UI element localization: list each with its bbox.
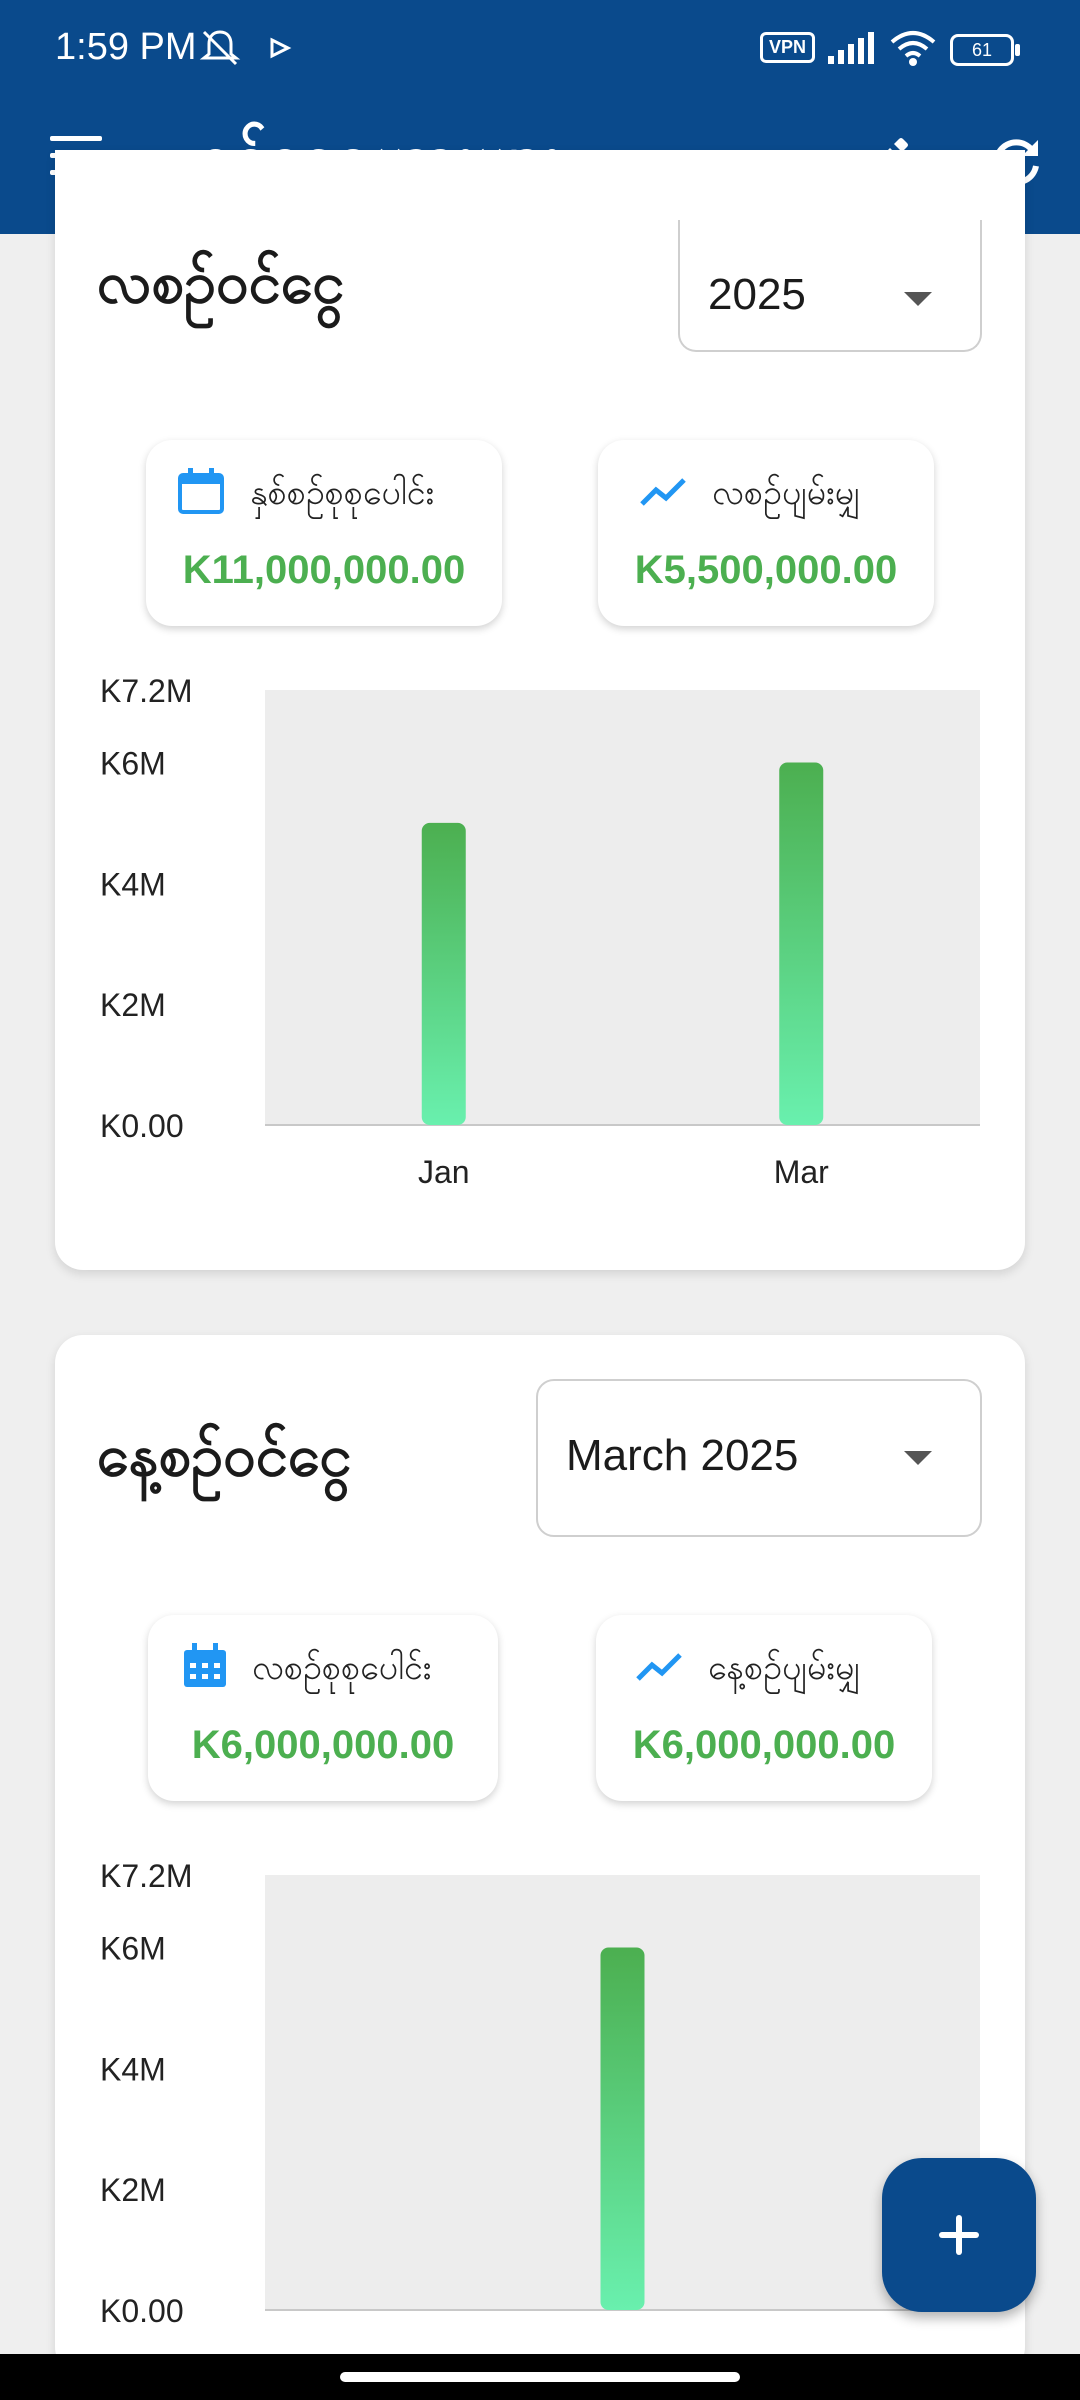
y-tick-label: K2M (100, 2172, 166, 2208)
y-tick-label: K6M (100, 1931, 166, 1967)
trending-up-icon (640, 478, 686, 506)
monthly-title: လစဉ်ဝင်ငွေ (97, 248, 345, 316)
y-tick-label: K0.00 (100, 1108, 184, 1144)
daily-title: နေ့စဉ်ဝင်ငွေ (97, 1421, 352, 1489)
y-tick-label: K7.2M (100, 1858, 192, 1894)
year-dropdown[interactable]: 2025 (678, 220, 982, 352)
daily-average-card: နေ့စဉ်ပျမ်းမျှ K6,000,000.00 (596, 1615, 932, 1801)
add-income-button[interactable] (882, 2158, 1036, 2312)
wifi-icon (888, 28, 938, 77)
x-tick-label: Jan (418, 1154, 470, 1190)
monthly-average-card: လစဉ်ပျမ်းမျှ K5,500,000.00 (598, 440, 934, 626)
home-handle[interactable] (340, 2372, 740, 2382)
yearly-total-label: နှစ်စဉ်စုစုပေါင်း (250, 473, 435, 513)
daily-average-label: နေ့စဉ်ပျမ်းမျှ (708, 1648, 861, 1688)
vpn-badge: VPN (760, 32, 816, 63)
monthly-total-card: လစဉ်စုစုပေါင်း K6,000,000.00 (148, 1615, 498, 1801)
y-tick-label: K6M (100, 746, 166, 782)
play-store-icon (268, 28, 292, 77)
trending-up-icon (636, 1653, 682, 1681)
plot-area (265, 690, 980, 1125)
daily-income-card: နေ့စဉ်ဝင်ငွေ March 2025 လစဉ်စုစုပေါင်း K… (55, 1335, 1025, 2375)
yearly-total-card: နှစ်စဉ်စုစုပေါင်း K11,000,000.00 (146, 440, 502, 626)
y-tick-label: K2M (100, 987, 166, 1023)
monthly-total-label: လစဉ်စုစုပေါင်း (252, 1648, 432, 1688)
system-nav-bar (0, 2354, 1080, 2400)
monthly-average-label: လစဉ်ပျမ်းမျှ (712, 473, 861, 513)
calendar-icon (184, 1643, 226, 1687)
battery-icon: 61 (950, 34, 1020, 66)
chevron-down-icon (904, 292, 932, 306)
daily-average-value: K6,000,000.00 (632, 1723, 896, 1767)
y-tick-label: K4M (100, 2051, 166, 2087)
status-bar: 1:59 PM VPN 61 (0, 0, 1080, 96)
bar[interactable] (600, 1947, 645, 2311)
yearly-total-value: K11,000,000.00 (182, 548, 466, 592)
y-tick-label: K0.00 (100, 2293, 184, 2329)
muted-bell-icon (198, 28, 242, 77)
monthly-income-chart: K0.00 K2M K4M K6M K7.2M Jan Mar (100, 673, 980, 1190)
month-dropdown[interactable]: March 2025 (536, 1379, 982, 1537)
daily-income-chart: K0.00 K2M K4M K6M K7.2M (100, 1858, 980, 2329)
monthly-total-value: K6,000,000.00 (191, 1723, 455, 1767)
year-dropdown-value: 2025 (708, 270, 806, 319)
calendar-icon (178, 468, 224, 514)
bar[interactable] (779, 762, 824, 1126)
status-time: 1:59 PM (55, 26, 197, 68)
x-tick-label: Mar (774, 1154, 829, 1190)
monthly-average-value: K5,500,000.00 (634, 548, 898, 592)
chevron-down-icon (904, 1451, 932, 1465)
bar[interactable] (421, 822, 466, 1125)
signal-icon (826, 28, 876, 77)
y-tick-label: K7.2M (100, 673, 192, 709)
y-tick-label: K4M (100, 866, 166, 902)
monthly-income-card: လစဉ်ဝင်ငွေ 2025 နှစ်စဉ်စုစုပေါင်း K11,00… (55, 150, 1025, 1270)
month-dropdown-value: March 2025 (566, 1431, 799, 1480)
